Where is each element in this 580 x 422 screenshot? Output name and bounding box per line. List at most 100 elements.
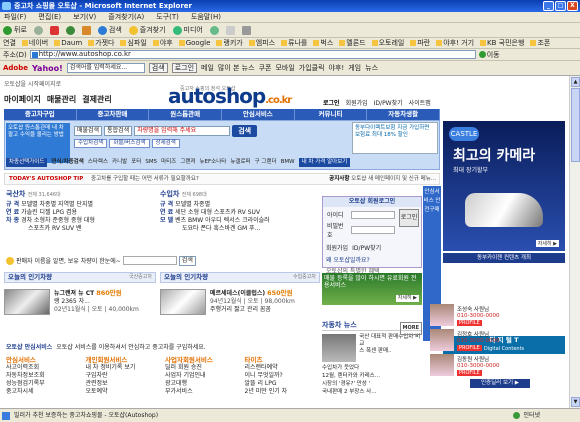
menu-help[interactable]: 도움말(H) [191,12,221,22]
history-button[interactable] [209,25,219,35]
link-3[interactable]: 가젯다 [88,38,114,48]
yahoo-login-button[interactable]: 로그인 [171,63,198,73]
id-input[interactable] [351,210,395,219]
notice-text[interactable]: 오토샵 새 메인페이지 및 신규 메뉴... [351,176,436,182]
link-8[interactable]: 엠피스 [249,38,275,48]
yahoo-price[interactable]: 가입클릭 [299,63,325,73]
yahoo-search-button[interactable]: 검색 [148,63,168,73]
yahoo-news[interactable]: 많이 본 뉴스 [218,63,255,73]
link-14[interactable]: 야후! 거기 [436,38,474,48]
link-yahoo[interactable]: 야후 [153,38,173,48]
hot-imported-name[interactable]: 메르세데스(이클럽스) [210,290,265,297]
profile-badge[interactable]: PROFILE [457,369,482,376]
service-link[interactable]: 알뜰 리 LPG [245,380,319,388]
domestic-links[interactable]: 스포츠카 RV SUV 밴 [28,225,82,232]
yahoo-search-input[interactable]: 검색어를 입력하세요... [66,63,145,73]
link-9[interactable]: 류나를 [281,38,307,48]
service-heading[interactable]: 타이츠 [245,356,319,364]
signup-link[interactable]: 회원가입 [346,98,368,107]
mail-button[interactable] [225,25,235,35]
dealer-card[interactable]: 김정호 사원님 010-3000-0000 PROFILE [430,329,565,351]
detail-search-chip[interactable]: 상세검색 [151,139,180,148]
scroll-up-icon[interactable]: ▲ [571,77,580,87]
car-thumbnail[interactable] [4,289,50,315]
service-heading[interactable]: 사업자회원서비스 [165,356,239,364]
truck-search-chip[interactable]: 화물/버스검색 [109,139,150,148]
service-link[interactable]: 이니 무엇일까? [245,372,319,380]
search-scope-select[interactable]: 통합검색 [104,126,133,136]
service-link[interactable]: 자동차정보조회 [6,372,80,380]
model-link[interactable]: 뉴EF소나타 [199,158,226,167]
premium-member-ad[interactable]: 매물 등록을 많이 하시면 유료회원 전용서비스 자세히 ▶ [322,273,422,305]
car-thumbnail[interactable] [160,289,206,315]
home-button[interactable] [81,25,91,35]
yahoo-game[interactable]: 게임 [348,63,361,73]
service-heading[interactable]: 안심서비스 [6,356,80,364]
forward-button[interactable] [33,25,43,35]
find-id-link[interactable]: ID/PW찾기 [374,98,403,107]
service-link[interactable]: 리스랜타예약 [245,364,319,372]
news-item[interactable]: 국내판매 2 부장스 사... [322,388,422,396]
domestic-title[interactable]: 국산차 [6,190,25,198]
tab-safe[interactable]: 안심서비스 [222,109,295,120]
service-link[interactable]: 사고이력조회 [6,364,80,372]
car-search-button[interactable]: 검색 [232,125,258,137]
news-item[interactable]: 시장의 '경유?' 만성 ' [322,380,422,388]
link-4[interactable]: 심파일 [120,38,146,48]
yahoo-link[interactable]: 야후! [329,63,345,73]
dealer-card[interactable]: 조성숙 사원님 010-3000-0000 PROFILE [430,304,565,326]
camera-banner-ad[interactable]: CASTLE 최고의 카메라 최대 장기할부 자세히 ▶ [443,121,565,251]
menu-file[interactable]: 파일(F) [4,12,26,22]
login-link[interactable]: 로그인 [323,98,340,107]
link-kb[interactable]: KB 국민은행 [480,38,524,48]
ad-more-button[interactable]: 자세히 ▶ [535,240,559,247]
menu-edit[interactable]: 편집(E) [38,12,61,22]
model-link[interactable]: SM5 [145,158,157,167]
go-button[interactable]: 이동 [478,50,500,60]
tab-community[interactable]: 커뮤니티 [295,109,368,120]
refresh-button[interactable] [65,25,75,35]
onestop-promo[interactable]: 오토샵 원스톱관매 내 차 팔고 수익을 올리는 방법 [6,123,70,163]
news-item[interactable]: 12월, 렌터카와 카레스... [322,372,422,380]
scrollbar-thumb[interactable] [571,88,580,162]
price-check-button[interactable]: 내 차 가격 알아보기 [298,158,351,167]
dealer-card[interactable]: 김동원 사원님 010-3000-0000 PROFILE [430,354,565,376]
nav-payment[interactable]: 결제관리 [82,94,111,105]
print-button[interactable] [241,25,251,35]
tab-buy[interactable]: 중고차구입 [4,109,77,120]
premium-ad-more[interactable]: 자세히 ▶ [395,295,419,302]
domestic-links[interactable]: 경차 소형차 준중형 중형 대형 [21,217,95,224]
profile-badge[interactable]: PROFILE [457,344,482,351]
car-guide-button[interactable]: 차종선택가이드 [6,158,48,167]
insurance-promo[interactable]: 동부다이렉트보험 지금 가입하면 보험료 최대 18% 할인 [352,122,438,154]
news-more-button[interactable]: MORE [399,322,422,335]
safe-service-label[interactable]: 오토샵 안심서비스 [6,342,52,353]
service-heading[interactable]: 개인회원서비스 [86,356,160,364]
vertical-scrollbar[interactable]: ▲ ▼ [569,76,580,408]
close-button[interactable]: X [567,1,578,11]
why-link[interactable]: 왜 오토샵일까요? [323,253,421,266]
link-google[interactable]: Google [179,38,211,48]
yahoo-coupon[interactable]: 쿠폰 [259,63,272,73]
service-link[interactable]: 중고차시세 [6,388,80,396]
news-thumbnail[interactable] [322,334,357,362]
model-link[interactable]: 포터 [131,158,141,167]
scroll-down-icon[interactable]: ▼ [571,397,580,407]
model-link[interactable]: 스타렉스 [88,158,108,167]
imported-links[interactable]: 도요타 폰다 혹스바겐 GM 푸... [182,225,260,232]
password-input[interactable] [351,226,395,234]
link-daum[interactable]: Daum [54,38,82,48]
search-button[interactable]: 검색 [97,25,122,35]
domestic-links[interactable]: 가솔린 디젤 LPG 겸용 [21,209,77,216]
domestic-links[interactable]: 모델별 차종별 지역별 단지별 [21,201,93,208]
service-link[interactable]: 딜러 회원 승진 [165,364,239,372]
nav-listings[interactable]: 매물관리 [47,94,76,105]
maximize-button[interactable]: □ [555,1,566,11]
find-link[interactable]: ID/PW찾기 [352,243,381,252]
news-title[interactable]: 자동차 뉴스 [322,321,357,329]
seller-name-input[interactable] [122,256,177,265]
link-7[interactable]: 랭키가 [216,38,242,48]
minimize-button[interactable]: _ [543,1,554,11]
notice-title[interactable]: 공지사항 [329,176,349,182]
model-link[interactable]: 그랜져 [180,158,195,167]
